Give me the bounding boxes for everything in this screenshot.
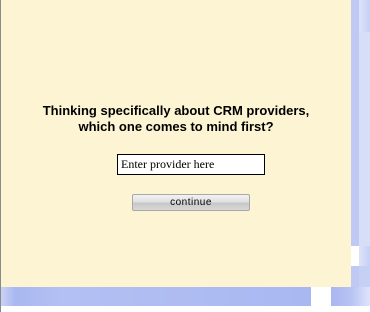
survey-panel xyxy=(1,0,351,287)
decorative-right-strip xyxy=(351,0,370,287)
question-line-2: which one comes to mind first? xyxy=(78,119,274,134)
decorative-block xyxy=(351,246,359,266)
continue-button[interactable]: continue xyxy=(132,194,250,211)
survey-question: Thinking specifically about CRM provider… xyxy=(1,103,351,135)
provider-input[interactable] xyxy=(117,154,265,175)
question-line-1: Thinking specifically about CRM provider… xyxy=(42,103,310,118)
decorative-block xyxy=(359,32,370,246)
decorative-block xyxy=(359,266,370,287)
decorative-block xyxy=(351,0,359,287)
decorative-bottom-gap xyxy=(311,287,331,306)
survey-frame: Thinking specifically about CRM provider… xyxy=(0,0,370,312)
decorative-bottom-bar xyxy=(1,287,311,306)
decorative-bottom-bar-right xyxy=(331,287,370,306)
